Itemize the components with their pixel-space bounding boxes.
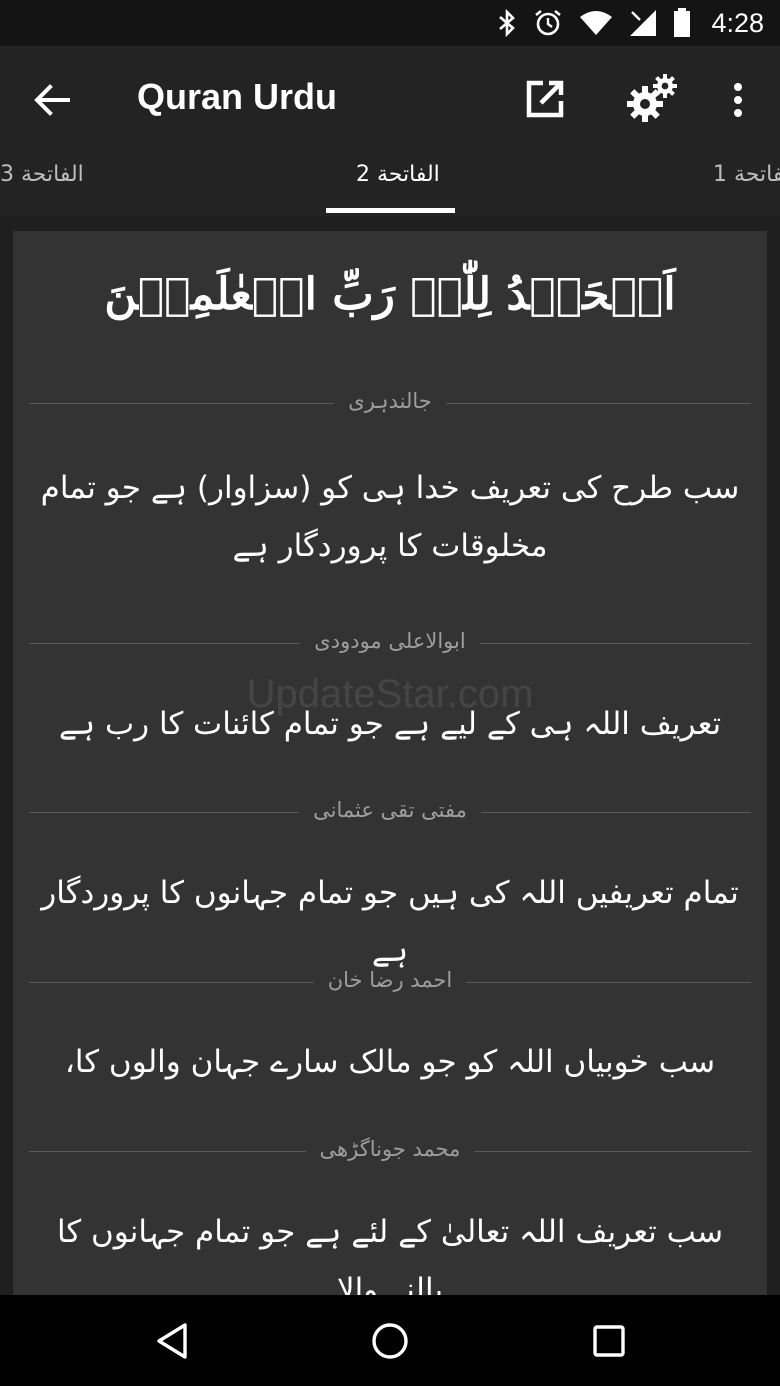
translator-name: احمد رضا خان [313, 968, 467, 992]
translation-text: تمام تعریفیں اللہ کی ہیں جو تمام جہانوں … [41, 875, 739, 969]
ayah-card: اَلۡحَمۡدُ لِلّٰہِ رَبِّ الۡعٰلَمِیۡنَ ج… [13, 231, 767, 1295]
back-arrow-icon[interactable] [24, 72, 80, 128]
settings-gears-icon[interactable] [622, 70, 682, 126]
translator-name: جالندہری [334, 389, 446, 413]
surah-tabs: الفاتحة 3 الفاتحة 2 الفاتحة 1 [0, 152, 780, 216]
app-title: Quran Urdu [137, 76, 338, 117]
more-vert-icon[interactable] [718, 72, 758, 128]
alarm-icon [533, 8, 563, 38]
tab-indicator [326, 208, 455, 213]
translator-separator: مفتی تقی عثمانی [29, 798, 751, 822]
share-icon[interactable] [520, 72, 572, 124]
tab-fatiha-1[interactable]: الفاتحة 1 [713, 162, 780, 187]
bluetooth-icon [497, 8, 517, 38]
signal-icon [629, 8, 657, 38]
nav-home-icon[interactable] [366, 1317, 414, 1365]
translator-name: مفتی تقی عثمانی [299, 798, 481, 822]
translator-separator: ابوالاعلی مودودی [29, 629, 751, 653]
status-bar: 4:28 [0, 0, 780, 46]
battery-icon [673, 8, 691, 38]
app-bar: Quran Urdu [0, 46, 780, 152]
translator-name: ابوالاعلی مودودی [300, 629, 480, 653]
wifi-icon [579, 8, 613, 38]
nav-back-icon[interactable] [148, 1317, 196, 1365]
translation-text: سب طرح کی تعریف خدا ہی کو (سزاوار) ہے جو… [40, 470, 740, 564]
translation-text: سب خوبیاں اللہ کو جو مالک سارے جہان والو… [64, 1044, 716, 1080]
ayah-arabic-text: اَلۡحَمۡدُ لِلّٰہِ رَبِّ الۡعٰلَمِیۡنَ [104, 269, 676, 320]
translator-separator: محمد جوناگڑھی [29, 1137, 751, 1161]
translator-separator: احمد رضا خان [29, 968, 751, 992]
nav-recents-icon[interactable] [585, 1317, 633, 1365]
tab-fatiha-3[interactable]: الفاتحة 3 [0, 162, 84, 187]
translation-text: سب تعریف اللہ تعالیٰ کے لئے ہے جو تمام ج… [56, 1214, 724, 1295]
status-time: 4:28 [711, 7, 764, 38]
translator-separator: جالندہری [29, 389, 751, 413]
translator-name: محمد جوناگڑھی [305, 1137, 475, 1161]
system-nav-bar [0, 1295, 780, 1386]
tab-fatiha-2[interactable]: الفاتحة 2 [356, 162, 440, 187]
watermark: UpdateStar.com [246, 672, 534, 716]
